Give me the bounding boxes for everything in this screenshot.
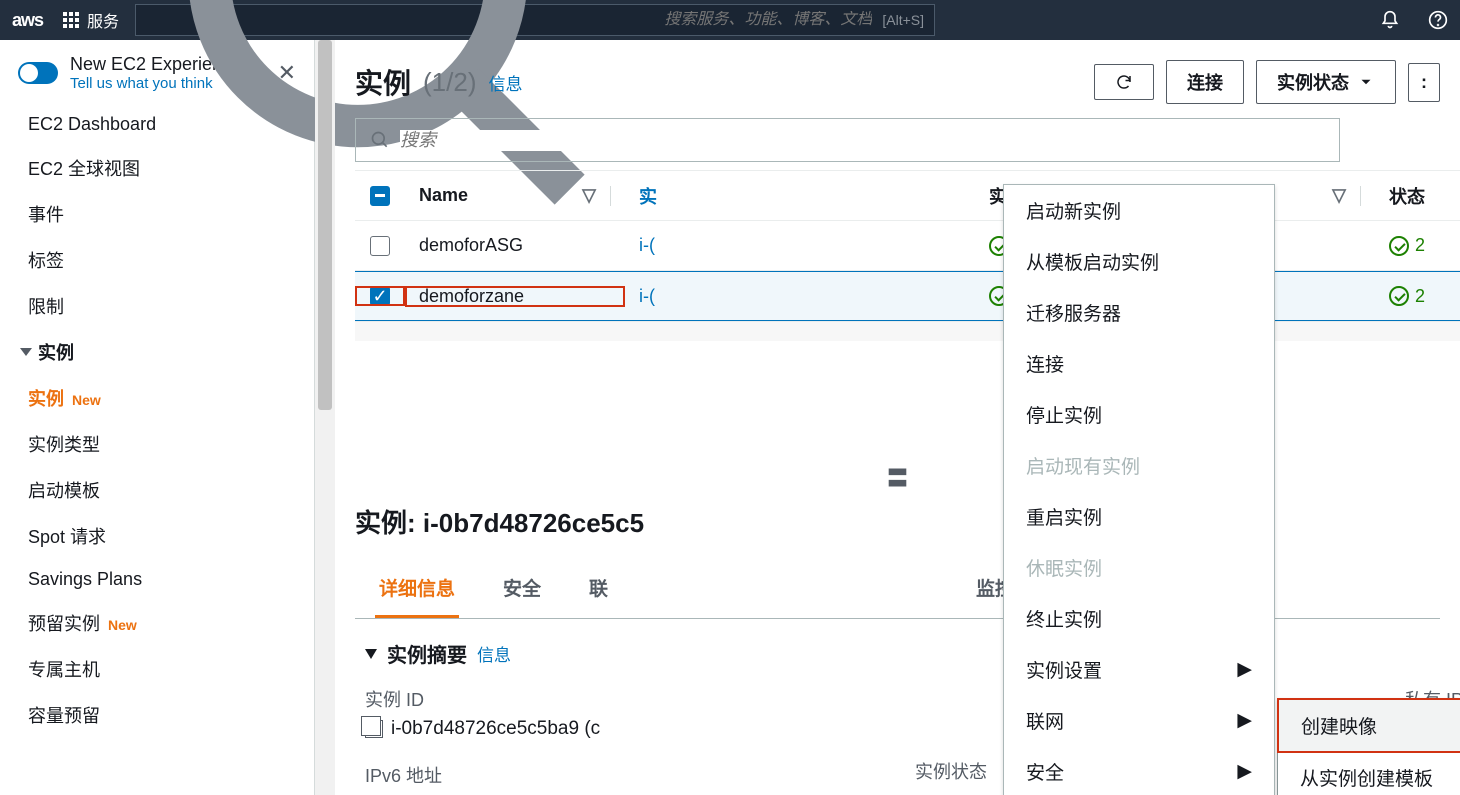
col-id[interactable]: 实	[639, 183, 657, 209]
scroll-thumb[interactable]	[318, 40, 332, 410]
detail-title: 实例: i-0b7d48726ce5c5	[355, 503, 1440, 540]
cell-name: demoforzane	[405, 286, 625, 307]
new-badge: New	[108, 617, 137, 633]
filter-input[interactable]	[400, 130, 1325, 151]
help-icon[interactable]	[1428, 10, 1448, 30]
search-icon	[370, 130, 390, 150]
tab-security[interactable]: 安全	[499, 560, 545, 618]
check-circle-icon	[1389, 286, 1409, 306]
col-status[interactable]: 状态	[1389, 183, 1425, 209]
ctx-reboot[interactable]: 重启实例	[1004, 491, 1274, 542]
label-instance-id: 实例 ID	[365, 686, 835, 712]
services-menu[interactable]: 服务	[63, 8, 119, 32]
tab-details[interactable]: 详细信息	[375, 560, 459, 618]
table-row[interactable]: ✓ demoforzane i-( 正在运行⊕⊖ t2.micro 2	[355, 271, 1460, 321]
ctx-hibernate: 休眠实例	[1004, 542, 1274, 593]
sidebar-item-savings[interactable]: Savings Plans	[0, 559, 314, 600]
grid-icon	[63, 12, 79, 28]
bell-icon[interactable]	[1380, 10, 1400, 30]
ctx-create-template[interactable]: 从实例创建模板	[1278, 752, 1460, 795]
table-hscroll[interactable]	[355, 321, 1460, 341]
info-link[interactable]: 信息	[477, 641, 511, 666]
detail-tabs: 详细信息 安全 联 监控 标签	[355, 560, 1440, 619]
sidebar-item-capacity[interactable]: 容量预留	[0, 692, 314, 738]
col-name[interactable]: Name	[419, 185, 468, 206]
label-ipv6: IPv6 地址	[365, 762, 835, 788]
check-circle-icon	[1389, 236, 1409, 256]
filter-bar[interactable]	[355, 118, 1340, 162]
resize-handle[interactable]: 〓	[355, 461, 1440, 493]
sidebar-item-limits[interactable]: 限制	[0, 283, 314, 329]
chevron-right-icon: ▶	[1237, 709, 1252, 732]
main-panel: 实例 (1/2) 信息 连接 实例状态 : Name▽ 实 实例状态▽ 实例类型…	[335, 40, 1460, 795]
instances-table: Name▽ 实 实例状态▽ 实例类型▽ 状态 demoforASG i-( 正在…	[355, 170, 1460, 341]
caret-down-icon	[365, 649, 377, 659]
ctx-launch-new[interactable]: 启动新实例	[1004, 185, 1274, 236]
caret-down-icon	[1357, 73, 1375, 91]
ctx-start: 启动现有实例	[1004, 440, 1274, 491]
ctx-terminate[interactable]: 终止实例	[1004, 593, 1274, 644]
search-input[interactable]	[664, 11, 872, 29]
value-instance-id: i-0b7d48726ce5c5ba9 (c	[391, 718, 600, 740]
row-checkbox[interactable]: ✓	[370, 286, 390, 306]
scrollbar[interactable]	[315, 40, 335, 795]
sidebar-item-templates[interactable]: 启动模板	[0, 467, 314, 513]
aws-logo[interactable]: aws	[12, 10, 43, 31]
context-menu: 启动新实例 从模板启动实例 迁移服务器 连接 停止实例 启动现有实例 重启实例 …	[1003, 184, 1275, 795]
info-link[interactable]: 信息	[488, 70, 522, 95]
instance-count: (1/2)	[423, 67, 476, 98]
cell-id[interactable]: i-(	[625, 235, 705, 256]
global-search[interactable]: [Alt+S]	[135, 4, 935, 36]
experience-toggle[interactable]	[18, 62, 58, 84]
services-label: 服务	[87, 8, 119, 32]
actions-button[interactable]: :	[1408, 63, 1440, 102]
ctx-migrate[interactable]: 迁移服务器	[1004, 287, 1274, 338]
ctx-networking[interactable]: 联网▶	[1004, 695, 1274, 746]
page-title: 实例	[355, 62, 411, 102]
sidebar-item-reserved[interactable]: 预留实例New	[0, 600, 314, 646]
sidebar-item-instances[interactable]: 实例New	[0, 375, 314, 421]
sidebar-item-types[interactable]: 实例类型	[0, 421, 314, 467]
sidebar-section-instances[interactable]: 实例	[0, 329, 314, 375]
sidebar-item-dedicated[interactable]: 专属主机	[0, 646, 314, 692]
cell-name: demoforASG	[405, 235, 625, 256]
chevron-right-icon: ▶	[1237, 760, 1252, 783]
chevron-right-icon: ▶	[1237, 658, 1252, 681]
copy-icon[interactable]	[365, 720, 383, 738]
ctx-launch-template[interactable]: 从模板启动实例	[1004, 236, 1274, 287]
refresh-button[interactable]	[1094, 64, 1154, 100]
select-all-checkbox[interactable]	[370, 186, 390, 206]
top-nav: aws 服务 [Alt+S]	[0, 0, 1460, 40]
ctx-security[interactable]: 安全▶	[1004, 746, 1274, 795]
connect-button[interactable]: 连接	[1166, 60, 1244, 104]
ctx-connect[interactable]: 连接	[1004, 338, 1274, 389]
new-badge: New	[72, 392, 101, 408]
search-shortcut: [Alt+S]	[882, 12, 924, 28]
table-header: Name▽ 实 实例状态▽ 实例类型▽ 状态	[355, 171, 1460, 221]
tab-network[interactable]: 联	[585, 560, 612, 618]
table-row[interactable]: demoforASG i-( 正在运行⊕⊖ t2.micro 2	[355, 221, 1460, 271]
caret-down-icon	[20, 348, 32, 356]
sidebar-item-spot[interactable]: Spot 请求	[0, 513, 314, 559]
ctx-settings[interactable]: 实例设置▶	[1004, 644, 1274, 695]
ctx-create-image[interactable]: 创建映像	[1278, 699, 1460, 752]
cell-id[interactable]: i-(	[625, 286, 705, 307]
state-button[interactable]: 实例状态	[1256, 60, 1396, 104]
ctx-stop[interactable]: 停止实例	[1004, 389, 1274, 440]
row-checkbox[interactable]	[370, 236, 390, 256]
context-submenu: 创建映像 从实例创建模板 启动更多类似实例	[1277, 698, 1460, 795]
refresh-icon	[1115, 73, 1133, 91]
